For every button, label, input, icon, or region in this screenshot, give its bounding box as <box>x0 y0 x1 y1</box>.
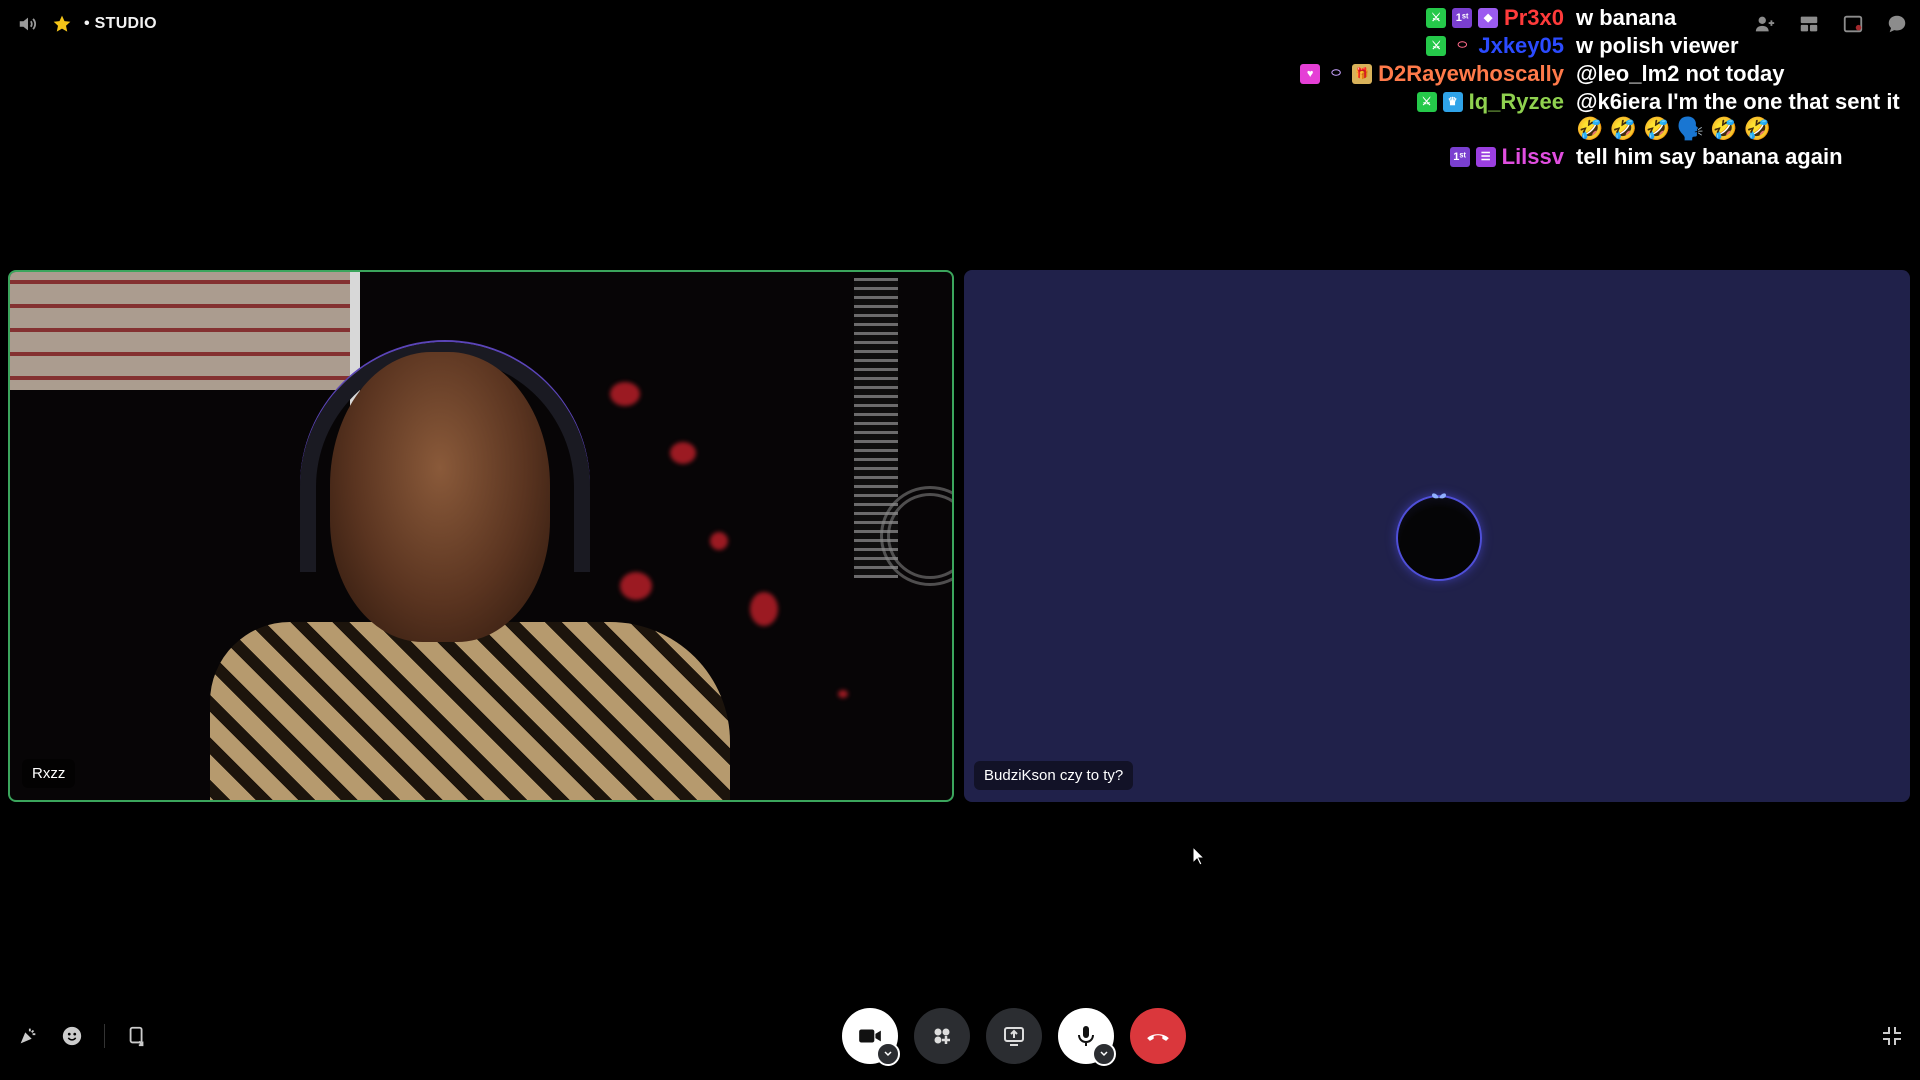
first-badge-icon: 1ˢᵗ <box>1449 146 1470 167</box>
activities-rocket-icon <box>934 1028 950 1044</box>
chat-text: @k6iera I'm the one that sent it 🤣 🤣 🤣 🗣… <box>1576 89 1900 141</box>
emoji-icon[interactable] <box>60 1024 84 1048</box>
first-badge-icon: 1ˢᵗ <box>1452 7 1473 28</box>
participant-name: BudziKson czy to ty? <box>974 761 1134 790</box>
star-icon[interactable] <box>50 12 74 36</box>
bottom-left-tools <box>16 1024 149 1048</box>
avatar <box>1396 493 1482 581</box>
soundboard-icon[interactable] <box>16 1024 40 1048</box>
chat-username[interactable]: Pr3x0 <box>1504 5 1564 31</box>
call-controls <box>842 1008 1186 1066</box>
chat-overlay: ⚔ 1ˢᵗ ◆ Pr3x0 w banana ⚔ ⬭ Jxkey05 w pol… <box>1118 4 1918 171</box>
participant-name: Rxzz <box>22 759 76 788</box>
chevron-down-icon[interactable] <box>876 1042 900 1066</box>
microphone-icon <box>1078 1026 1094 1046</box>
leave-call-button[interactable] <box>1130 1008 1186 1064</box>
chat-message: ⚔ ⬭ Jxkey05 w polish viewer <box>1118 32 1918 59</box>
ring-badge-icon: ⬭ <box>1331 67 1341 79</box>
moderator-badge-icon: ⚔ <box>1426 35 1447 56</box>
screen-share-button[interactable] <box>986 1008 1042 1064</box>
chat-message: 1ˢᵗ ☰ Lilssv tell him say banana again <box>1118 143 1918 170</box>
volume-icon[interactable] <box>16 12 40 36</box>
mouse-cursor-icon <box>1192 846 1206 866</box>
book-badge-icon: ☰ <box>1475 146 1496 167</box>
video-tile-rxzz[interactable]: Rxzz <box>8 270 954 802</box>
chat-text: w banana <box>1576 5 1677 30</box>
activities-button[interactable] <box>914 1008 970 1064</box>
heart-badge-icon: ♥ <box>1300 63 1321 84</box>
crown-badge-icon: ♛ <box>1442 91 1463 112</box>
channel-name: • STUDIO <box>84 15 157 32</box>
chat-username[interactable]: D2Rayewhoscally <box>1378 61 1564 87</box>
moderator-badge-icon: ⚔ <box>1416 91 1437 112</box>
ring-badge-icon: ⬭ <box>1457 39 1468 51</box>
camera-feed <box>10 272 952 800</box>
chat-username[interactable]: Jxkey05 <box>1478 33 1564 59</box>
hang-up-icon <box>1147 1034 1169 1041</box>
camera-button[interactable] <box>842 1008 900 1066</box>
chat-text: @leo_lm2 not today <box>1576 61 1785 86</box>
screen-share-icon <box>1004 1027 1024 1046</box>
chat-username[interactable]: Lilssv <box>1502 144 1564 170</box>
chat-message: ♥ ⬭ 🎁 D2Rayewhoscally @leo_lm2 not today <box>1118 60 1918 87</box>
chat-message: ⚔ ♛ Iq_Ryzee @k6iera I'm the one that se… <box>1118 88 1918 142</box>
mic-button[interactable] <box>1058 1008 1116 1066</box>
moderator-badge-icon: ⚔ <box>1426 7 1447 28</box>
chevron-down-icon[interactable] <box>1092 1042 1116 1066</box>
divider <box>104 1024 105 1048</box>
chat-text: w polish viewer <box>1576 33 1739 58</box>
gift-badge-icon: 🎁 <box>1352 63 1373 84</box>
gem-badge-icon: ◆ <box>1478 7 1499 28</box>
exit-fullscreen-icon[interactable] <box>1880 1024 1904 1048</box>
butterfly-icon <box>1432 493 1446 499</box>
chat-username[interactable]: Iq_Ryzee <box>1469 89 1564 115</box>
chat-text: tell him say banana again <box>1576 144 1843 169</box>
device-switch-icon[interactable] <box>125 1024 149 1048</box>
chat-message: ⚔ 1ˢᵗ ◆ Pr3x0 w banana <box>1118 4 1918 31</box>
video-tile-budzikson[interactable]: BudziKson czy to ty? <box>964 270 1910 802</box>
top-left-bar: • STUDIO <box>16 12 157 36</box>
